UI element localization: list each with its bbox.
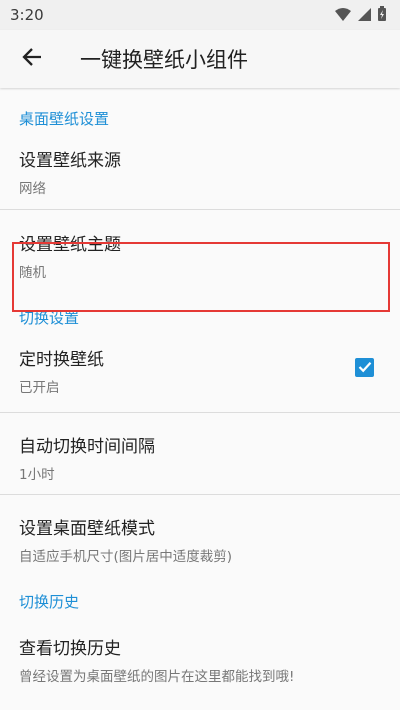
check-icon [358, 358, 372, 377]
battery-icon [378, 5, 386, 25]
pref-summary: 已开启 [19, 380, 60, 396]
page-title: 一键换壁纸小组件 [80, 48, 248, 72]
pref-title: 设置壁纸主题 [19, 235, 121, 255]
pref-summary: 曾经设置为桌面壁纸的图片在这里都能找到哦! [19, 669, 295, 685]
app-bar: 一键换壁纸小组件 [0, 30, 400, 88]
wifi-icon [335, 6, 351, 25]
section-header-history: 切换历史 [19, 593, 80, 611]
pref-title: 设置壁纸来源 [19, 151, 121, 171]
signal-icon [358, 6, 371, 25]
timed-wallpaper-checkbox[interactable] [355, 358, 374, 377]
pref-wallpaper-theme[interactable]: 设置壁纸主题 随机 [0, 210, 400, 291]
pref-title: 查看切换历史 [19, 639, 121, 659]
section-header-switch: 切换设置 [19, 309, 80, 327]
preferences-list: 桌面壁纸设置 设置壁纸来源 网络 设置壁纸主题 随机 切换设置 定时换壁纸 已开… [0, 88, 400, 697]
section-header-wallpaper: 桌面壁纸设置 [19, 110, 110, 128]
pref-summary: 自适应手机尺寸(图片居中适度裁剪) [19, 549, 233, 565]
back-button[interactable] [16, 43, 48, 75]
pref-wallpaper-mode[interactable]: 设置桌面壁纸模式 自适应手机尺寸(图片居中适度裁剪) [0, 495, 400, 576]
pref-title: 自动切换时间间隔 [19, 437, 155, 457]
pref-summary: 随机 [19, 265, 46, 281]
status-time: 3:20 [10, 6, 44, 24]
pref-summary: 1小时 [19, 467, 55, 483]
status-bar: 3:20 [0, 0, 400, 30]
status-icons [335, 5, 386, 25]
arrow-back-icon [22, 48, 42, 70]
pref-summary: 网络 [19, 181, 46, 197]
pref-view-history[interactable]: 查看切换历史 曾经设置为桌面壁纸的图片在这里都能找到哦! [0, 616, 400, 697]
pref-switch-interval[interactable]: 自动切换时间间隔 1小时 [0, 413, 400, 494]
pref-wallpaper-source[interactable]: 设置壁纸来源 网络 [0, 128, 400, 209]
pref-timed-wallpaper[interactable]: 定时换壁纸 已开启 [0, 331, 400, 401]
pref-title: 设置桌面壁纸模式 [19, 519, 155, 539]
pref-title: 定时换壁纸 [19, 350, 104, 370]
